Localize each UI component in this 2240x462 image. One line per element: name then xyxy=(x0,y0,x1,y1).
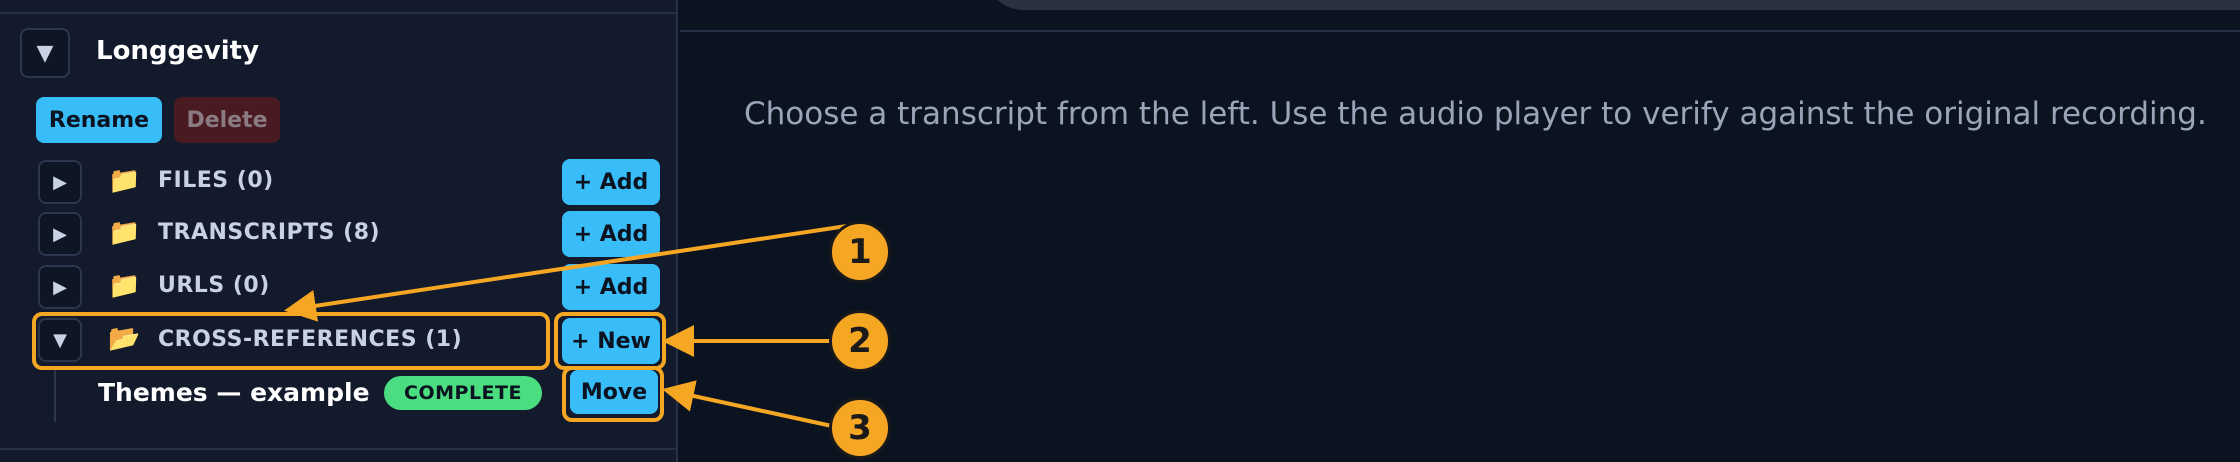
callout-3: 3 xyxy=(829,397,891,459)
callout-1: 1 xyxy=(829,221,891,283)
callout-2: 2 xyxy=(829,310,891,372)
annotation-arrows xyxy=(284,222,861,428)
